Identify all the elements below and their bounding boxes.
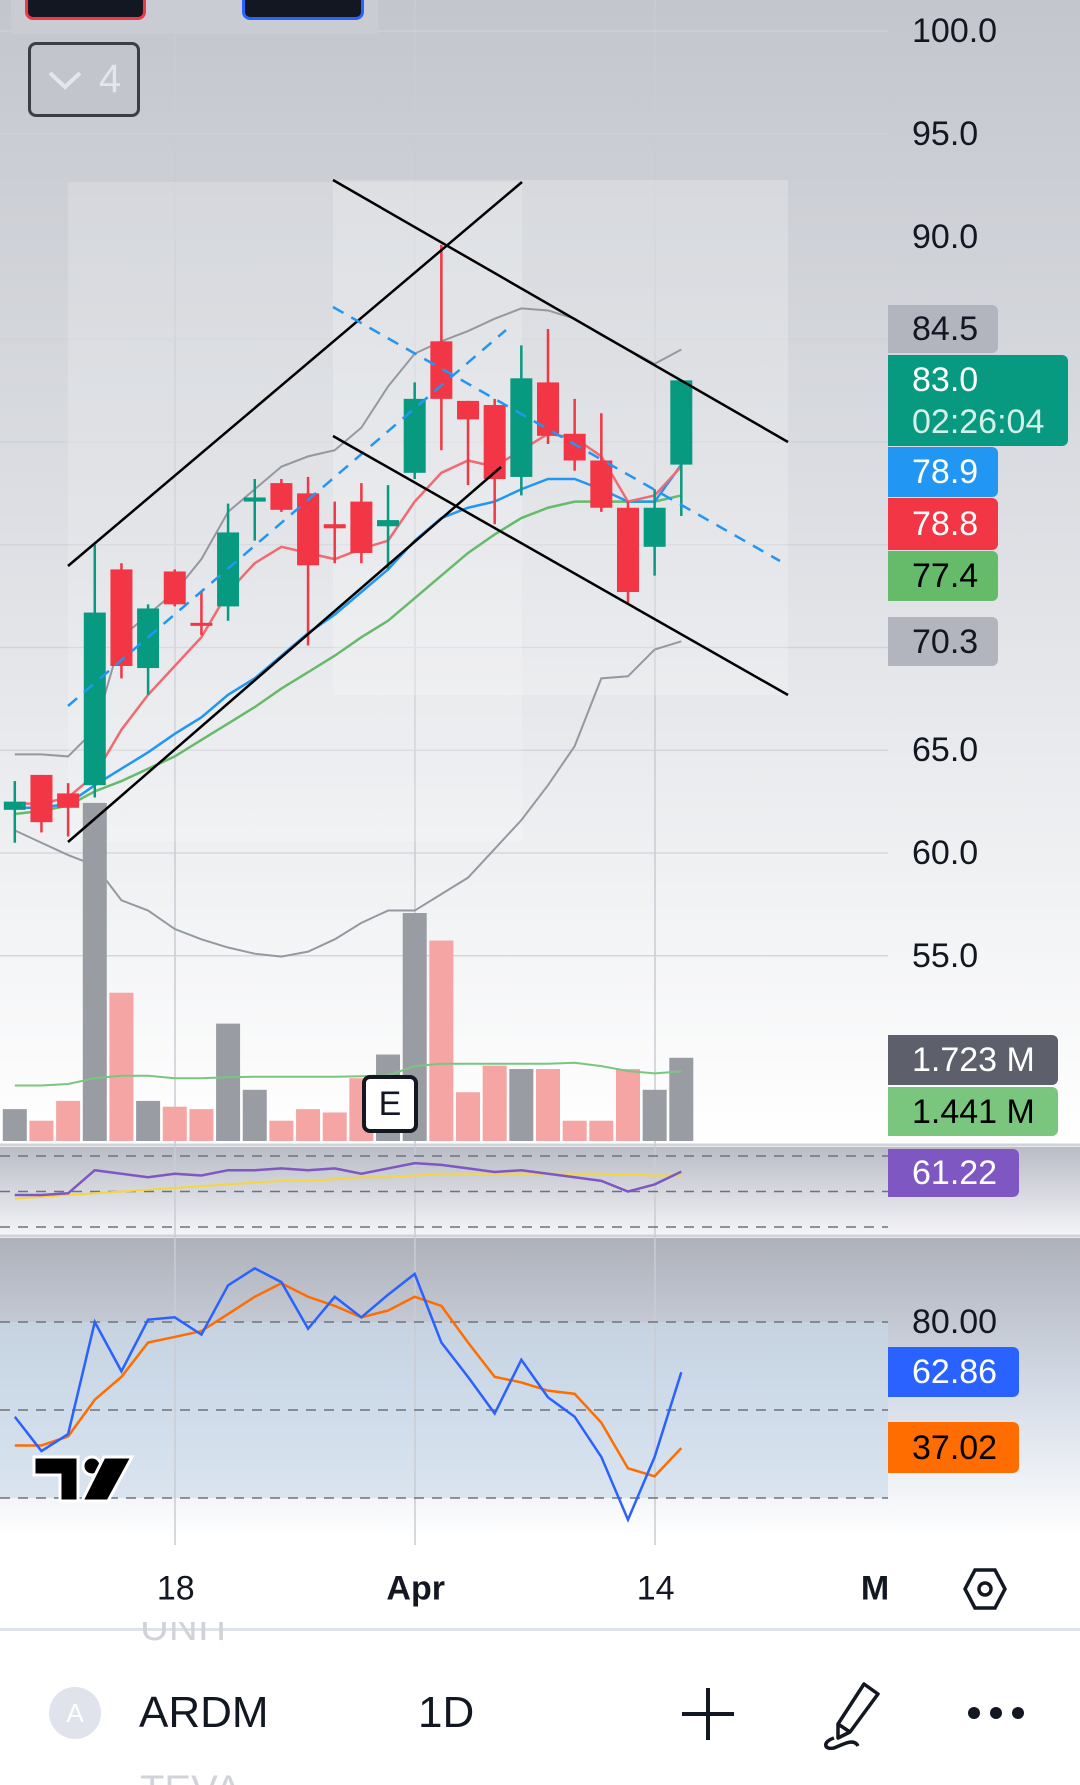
volume-bar bbox=[189, 1109, 214, 1141]
ma-red-badge: 78.8 bbox=[888, 498, 998, 550]
ma-blue-value: 78.9 bbox=[912, 453, 979, 491]
volume-bar bbox=[615, 1069, 640, 1141]
indicator-count: 4 bbox=[98, 57, 122, 101]
ma-blue-badge: 78.9 bbox=[888, 447, 998, 497]
candle-down bbox=[483, 405, 506, 479]
buy-button[interactable] bbox=[242, 0, 364, 20]
stoch-k-badge: 62.86 bbox=[888, 1347, 1019, 1397]
volume-bar bbox=[589, 1120, 614, 1141]
drawing-tools-icon[interactable] bbox=[820, 1680, 886, 1750]
sell-button[interactable] bbox=[25, 0, 146, 20]
candle-up bbox=[243, 497, 266, 502]
last-price-badge: 83.0 02:26:04 bbox=[888, 355, 1068, 446]
volume-bar bbox=[162, 1106, 187, 1141]
chart-settings-icon[interactable] bbox=[962, 1566, 1008, 1612]
collapse-indicators-button[interactable]: 4 bbox=[28, 42, 140, 117]
candle-down bbox=[350, 501, 373, 553]
volume-badge: 1.723 M bbox=[888, 1035, 1058, 1085]
stoch-d-badge: 37.02 bbox=[888, 1422, 1019, 1473]
more-options-icon[interactable] bbox=[966, 1702, 1026, 1724]
stoch-tick-label: 80.00 bbox=[912, 1303, 998, 1341]
rsi-value: 61.22 bbox=[912, 1154, 998, 1192]
volume-bar bbox=[216, 1023, 241, 1141]
volume-bar bbox=[509, 1069, 534, 1141]
volume-bar bbox=[562, 1120, 587, 1141]
price-tick-label: 60.0 bbox=[912, 834, 979, 872]
volume-bar bbox=[296, 1109, 321, 1141]
bb-lower-value: 70.3 bbox=[912, 622, 979, 661]
candle-up bbox=[643, 507, 666, 547]
bb-upper-badge: 84.5 bbox=[888, 305, 998, 353]
volume-bar bbox=[269, 1120, 294, 1141]
candle-down bbox=[590, 460, 613, 508]
volume-bar bbox=[136, 1100, 161, 1141]
next-symbol[interactable]: TEVA bbox=[140, 1770, 242, 1785]
candle-down bbox=[110, 569, 133, 666]
candle-down bbox=[30, 774, 53, 823]
volume-bar bbox=[109, 992, 134, 1141]
candle-down bbox=[297, 493, 320, 566]
timeframe-button[interactable]: M bbox=[861, 1570, 889, 1609]
volume-ma-value: 1.441 M bbox=[912, 1092, 1035, 1131]
volume-value: 1.723 M bbox=[912, 1041, 1035, 1079]
candle-down bbox=[323, 524, 346, 529]
candle-down bbox=[57, 793, 80, 808]
volume-bar bbox=[242, 1089, 267, 1141]
volume-bar bbox=[456, 1092, 481, 1141]
candle-down bbox=[563, 433, 586, 461]
candle-up bbox=[377, 520, 400, 527]
volume-bar bbox=[322, 1112, 347, 1141]
candle-up bbox=[510, 378, 533, 477]
interval-button[interactable]: 1D bbox=[418, 1688, 474, 1738]
bb-upper-value: 84.5 bbox=[912, 310, 979, 348]
candle-up bbox=[403, 398, 426, 473]
symbol-name[interactable]: ARDM bbox=[139, 1688, 269, 1738]
candle-up bbox=[3, 801, 26, 810]
bar-countdown: 02:26:04 bbox=[912, 402, 1045, 441]
volume-bar bbox=[642, 1089, 667, 1141]
candle-down bbox=[616, 507, 639, 593]
ma-green-value: 77.4 bbox=[912, 557, 979, 595]
symbol-avatar: A bbox=[49, 1687, 101, 1739]
time-tick-label: 18 bbox=[156, 1569, 195, 1608]
candle-up bbox=[137, 608, 160, 669]
candle-down bbox=[457, 400, 480, 420]
candle-down bbox=[430, 341, 453, 399]
earnings-marker[interactable]: E bbox=[362, 1075, 418, 1133]
chevron-down-icon bbox=[48, 71, 82, 90]
prev-symbol[interactable]: UNIT bbox=[140, 1622, 233, 1646]
price-tick-label: 65.0 bbox=[912, 731, 979, 770]
volume-bar bbox=[536, 1069, 560, 1141]
volume-bar bbox=[429, 940, 454, 1141]
candle-up bbox=[83, 612, 106, 786]
time-tick-label: Apr bbox=[386, 1569, 445, 1608]
volume-bar bbox=[29, 1120, 54, 1141]
price-tick-label: 100.0 bbox=[912, 12, 998, 50]
candle-down bbox=[163, 571, 186, 605]
bb-lower-badge: 70.3 bbox=[888, 617, 998, 666]
price-tick-label: 95.0 bbox=[912, 114, 979, 153]
candle-down bbox=[190, 622, 213, 626]
price-tick-label: 90.0 bbox=[912, 217, 979, 256]
plus-icon[interactable] bbox=[680, 1686, 736, 1742]
volume-bar bbox=[482, 1065, 507, 1141]
candle-down bbox=[270, 483, 293, 510]
stoch-d-value: 37.02 bbox=[912, 1428, 998, 1467]
rsi-badge: 61.22 bbox=[888, 1149, 1019, 1197]
candle-up bbox=[670, 380, 693, 465]
price-tick-label: 55.0 bbox=[912, 936, 979, 975]
ma-red-value: 78.8 bbox=[912, 505, 979, 543]
volume-bar bbox=[2, 1109, 27, 1141]
last-price-value: 83.0 bbox=[912, 360, 979, 399]
volume-bar bbox=[669, 1057, 694, 1141]
stoch-k-value: 62.86 bbox=[912, 1353, 998, 1391]
time-tick-label: 14 bbox=[636, 1569, 675, 1608]
volume-ma-badge: 1.441 M bbox=[888, 1087, 1058, 1136]
volume-bar bbox=[56, 1100, 81, 1141]
candle-down bbox=[537, 382, 559, 436]
ma-green-badge: 77.4 bbox=[888, 551, 998, 601]
volume-bar bbox=[82, 802, 107, 1141]
